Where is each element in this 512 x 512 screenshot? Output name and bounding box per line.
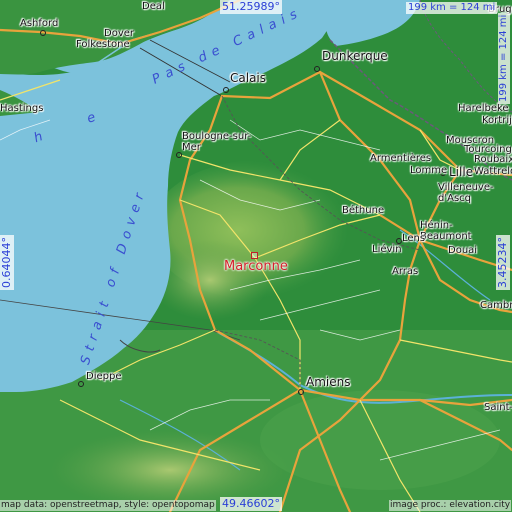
credit-image-proc: image proc.: elevation.city: [389, 500, 512, 511]
scale-horizontal: 199 km = 124 mi: [406, 2, 498, 14]
location-label[interactable]: Marconne: [224, 259, 288, 274]
city-label-lens: Lens: [402, 233, 426, 244]
credit-map-data: map data: openstreetmap, style: opentopo…: [0, 500, 216, 511]
city-dot-amiens: [298, 389, 304, 395]
city-label-roubaix: Roubaix: [474, 154, 512, 165]
coord-east: 3.45234°: [496, 235, 510, 290]
city-label-douai: Douai: [448, 245, 478, 256]
city-label-lomme: Lomme: [410, 165, 448, 176]
city-label-lille: Lille: [449, 165, 474, 179]
city-label-dieppe: Dieppe: [86, 371, 122, 382]
city-label-saint: Saint-: [484, 402, 512, 413]
city-label-hastings: Hastings: [0, 103, 44, 114]
city-label-lievin: Liévin: [372, 244, 402, 255]
city-label-deal: Deal: [142, 1, 165, 12]
location-marker[interactable]: [251, 252, 258, 259]
city-label-ashford: Ashford: [20, 18, 59, 29]
coord-west: 0.64044°: [0, 235, 14, 290]
city-dot-dieppe: [78, 381, 84, 387]
city-dot-ashford: [40, 30, 46, 36]
coord-south: 49.46602°: [220, 497, 282, 511]
city-label-amiens: Amiens: [306, 375, 351, 389]
coord-north: 51.25989°: [220, 0, 282, 14]
city-label-dover: Dover: [104, 28, 134, 39]
scale-vertical: 199 km = 124 mi: [498, 12, 510, 104]
city-label-henin: Hénin- Beaumont: [420, 220, 472, 242]
city-label-arras: Arras: [392, 266, 419, 277]
city-dot-calais: [223, 87, 229, 93]
city-label-folkestone: Folkestone: [76, 39, 130, 50]
city-label-villeneuve: Villeneuve- d'Ascq: [438, 182, 494, 204]
city-label-dunkerque: Dunkerque: [322, 49, 388, 63]
city-label-bethune: Béthune: [342, 205, 385, 216]
city-label-boulogne: Boulogne-sur- Mer: [182, 131, 252, 153]
city-label-calais: Calais: [230, 71, 267, 85]
city-label-armentieres: Armentières: [370, 153, 432, 164]
city-label-kortrijk: Kortrijk: [482, 115, 512, 126]
city-dot-dunkerque: [314, 66, 320, 72]
city-label-harelbeke: Harelbeke: [458, 103, 509, 114]
topographic-map[interactable]: Pas de Calais Strait of Dover h e Ashfor…: [0, 0, 512, 512]
city-label-cambrai: Cambra: [480, 300, 512, 311]
city-label-wattrelos: Wattrelos: [474, 166, 512, 177]
